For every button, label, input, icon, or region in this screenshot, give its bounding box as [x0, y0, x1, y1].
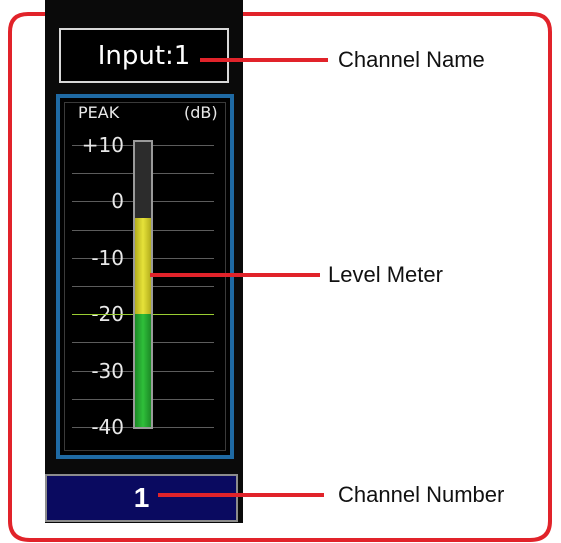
channel-name-text: Input:1: [97, 40, 191, 71]
level-bar-yellow-segment: [135, 218, 151, 315]
level-bar: [133, 140, 153, 429]
callout-channel-number: Channel Number: [338, 482, 505, 507]
callout-channel-name: Channel Name: [338, 47, 485, 72]
meter-tick-label: 0: [111, 189, 124, 213]
meter-tick-label: -30: [91, 359, 124, 383]
meter-tick-label: -40: [91, 415, 124, 439]
unit-label: (dB): [184, 103, 218, 122]
meter-tick-label: +10: [81, 133, 124, 157]
channel-name-display[interactable]: Input:1: [59, 28, 229, 83]
channel-number-text: 1: [133, 482, 150, 513]
channel-number-display[interactable]: 1: [45, 474, 238, 522]
peak-label: PEAK: [78, 103, 120, 122]
meter-tick-label: -10: [91, 246, 124, 270]
level-bar-green-segment: [135, 314, 151, 427]
channel-name-connector: [200, 58, 328, 62]
level-bar-fill: [135, 218, 151, 427]
level-meter-connector: [150, 273, 320, 277]
callout-level-meter: Level Meter: [328, 262, 443, 287]
channel-number-connector: [158, 493, 324, 497]
